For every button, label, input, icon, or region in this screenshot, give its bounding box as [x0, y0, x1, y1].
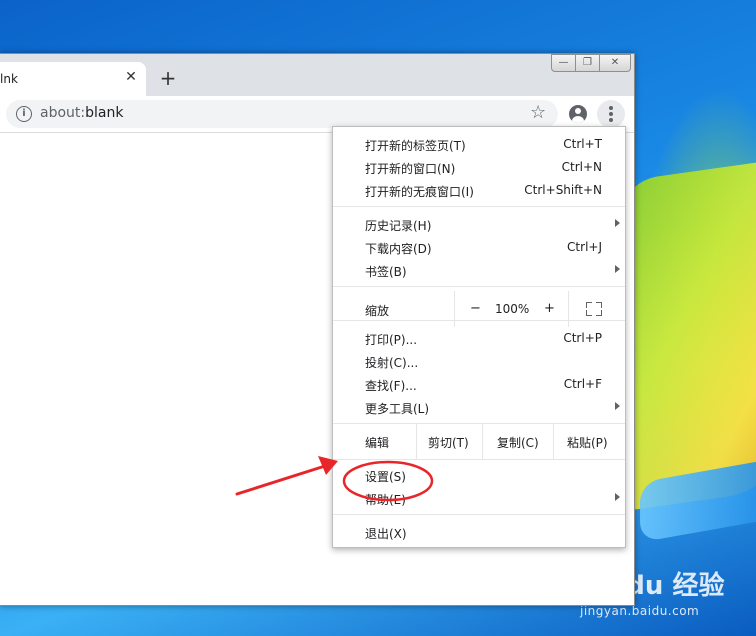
url-host: about: — [40, 105, 86, 121]
menu-item-label: 打开新的窗口(N) — [365, 162, 456, 176]
menu-separator — [333, 514, 625, 515]
zoom-row: 缩放 − 100% + — [333, 291, 625, 327]
url-path: blank — [85, 105, 124, 121]
bookmark-star-icon[interactable]: ☆ — [530, 102, 546, 123]
menu-item-exit[interactable]: 退出(X) — [333, 521, 625, 544]
zoom-divider — [568, 291, 569, 327]
menu-item-label: 查找(F)... — [365, 379, 417, 393]
zoom-divider — [454, 291, 455, 327]
info-icon[interactable]: i — [16, 106, 32, 122]
zoom-out-button[interactable]: − — [470, 301, 481, 316]
window-controls: — ❐ ✕ — [551, 54, 631, 72]
submenu-arrow-icon — [615, 265, 620, 273]
menu-item-help[interactable]: 帮助(E) — [333, 487, 625, 510]
menu-item-shortcut: Ctrl+F — [563, 377, 602, 391]
menu-item-new-incognito[interactable]: 打开新的无痕窗口(I) Ctrl+Shift+N — [333, 179, 625, 202]
menu-item-settings[interactable]: 设置(S) — [333, 464, 625, 487]
watermark-sub: jingyan.baidu.com — [580, 604, 700, 618]
tab-strip: lnk ✕ + — ❐ ✕ — [0, 54, 634, 96]
menu-item-label: 更多工具(L) — [365, 402, 430, 416]
menu-item-label: 打开新的无痕窗口(I) — [365, 185, 474, 199]
menu-item-cast[interactable]: 投射(C)... — [333, 350, 625, 373]
chrome-main-menu: 打开新的标签页(T) Ctrl+T 打开新的窗口(N) Ctrl+N 打开新的无… — [332, 126, 626, 548]
restore-button[interactable]: ❐ — [575, 54, 600, 72]
menu-kebab-icon[interactable] — [597, 100, 625, 128]
fullscreen-icon[interactable] — [586, 302, 602, 316]
zoom-in-button[interactable]: + — [544, 301, 555, 316]
tab-close-icon[interactable]: ✕ — [123, 69, 139, 87]
zoom-label: 缩放 — [365, 304, 390, 318]
windows-logo-flag — [618, 158, 756, 512]
menu-item-label: 打开新的标签页(T) — [365, 139, 466, 153]
edit-divider — [482, 423, 483, 459]
tab-title: lnk — [0, 72, 18, 86]
menu-separator — [333, 286, 625, 287]
menu-item-label: 下载内容(D) — [365, 242, 432, 256]
submenu-arrow-icon — [615, 493, 620, 501]
menu-item-more-tools[interactable]: 更多工具(L) — [333, 396, 625, 419]
menu-item-label: 书签(B) — [365, 265, 407, 279]
menu-item-shortcut: Ctrl+T — [563, 137, 602, 151]
paste-button[interactable]: 粘贴(P) — [567, 434, 608, 451]
menu-item-label: 投射(C)... — [365, 356, 419, 370]
menu-item-label: 退出(X) — [365, 527, 407, 541]
edit-divider — [416, 423, 417, 459]
cut-button[interactable]: 剪切(T) — [428, 434, 469, 451]
address-bar[interactable]: i about:blank ☆ — [6, 100, 558, 128]
menu-item-label: 打印(P)... — [365, 333, 418, 347]
menu-item-shortcut: Ctrl+P — [563, 331, 602, 345]
menu-item-new-window[interactable]: 打开新的窗口(N) Ctrl+N — [333, 156, 625, 179]
submenu-arrow-icon — [615, 402, 620, 410]
menu-item-print[interactable]: 打印(P)... Ctrl+P — [333, 327, 625, 350]
close-window-button[interactable]: ✕ — [599, 54, 631, 72]
menu-separator — [333, 459, 625, 460]
zoom-value: 100% — [495, 302, 530, 316]
edit-label: 编辑 — [365, 436, 390, 450]
menu-item-shortcut: Ctrl+N — [561, 160, 602, 174]
url-text: about:blank — [40, 105, 123, 121]
new-tab-button[interactable]: + — [156, 66, 180, 90]
menu-item-label: 历史记录(H) — [365, 219, 432, 233]
menu-item-shortcut: Ctrl+J — [567, 240, 602, 254]
menu-separator — [333, 206, 625, 207]
menu-item-find[interactable]: 查找(F)... Ctrl+F — [333, 373, 625, 396]
profile-avatar-icon[interactable] — [569, 105, 587, 123]
menu-separator — [333, 320, 625, 321]
edit-row: 编辑 剪切(T) 复制(C) 粘贴(P) — [333, 423, 625, 459]
menu-item-label: 设置(S) — [365, 470, 406, 484]
tab-about-blank[interactable]: lnk ✕ — [0, 62, 146, 96]
menu-item-shortcut: Ctrl+Shift+N — [524, 183, 602, 197]
submenu-arrow-icon — [615, 219, 620, 227]
menu-item-bookmarks[interactable]: 书签(B) — [333, 259, 625, 282]
minimize-button[interactable]: — — [551, 54, 576, 72]
menu-item-label: 帮助(E) — [365, 493, 406, 507]
menu-item-history[interactable]: 历史记录(H) — [333, 213, 625, 236]
menu-item-downloads[interactable]: 下载内容(D) Ctrl+J — [333, 236, 625, 259]
copy-button[interactable]: 复制(C) — [497, 434, 539, 451]
edit-divider — [553, 423, 554, 459]
menu-item-new-tab[interactable]: 打开新的标签页(T) Ctrl+T — [333, 133, 625, 156]
